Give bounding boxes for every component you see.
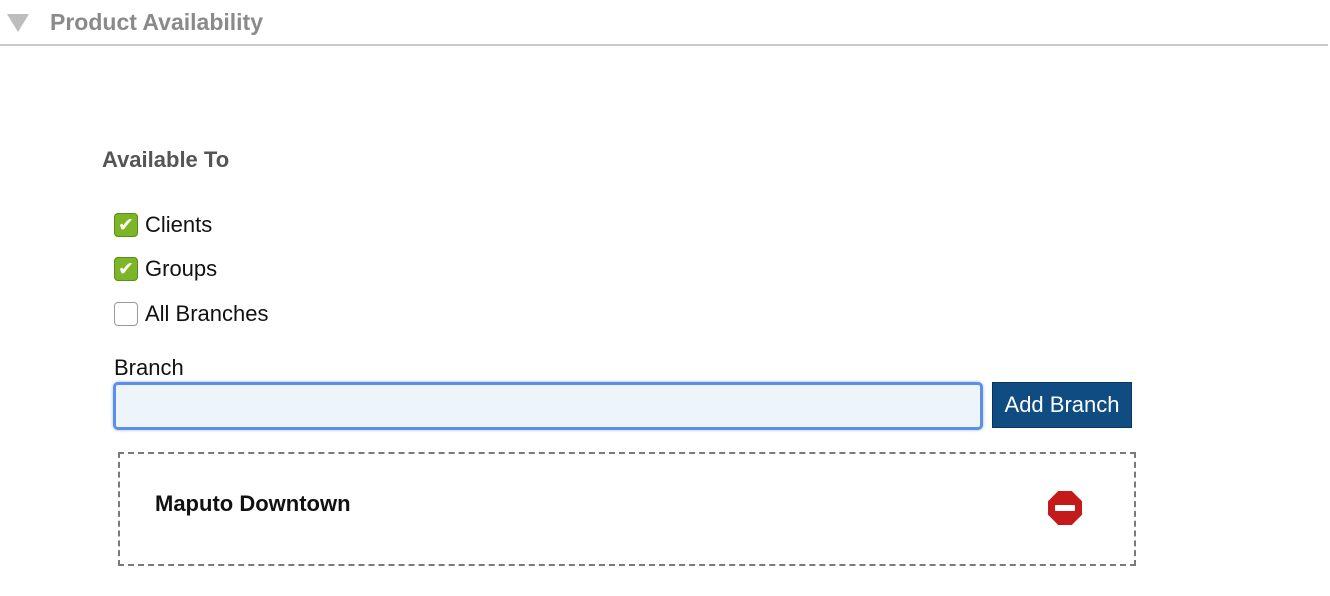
clients-option[interactable]: ✔ Clients xyxy=(114,212,212,238)
groups-label[interactable]: Groups xyxy=(145,256,217,282)
branch-label: Branch xyxy=(114,355,184,380)
selected-branches-list: Maputo Downtown xyxy=(118,452,1136,566)
section-header[interactable]: Product Availability xyxy=(0,0,1328,46)
add-branch-button[interactable]: Add Branch xyxy=(992,382,1132,428)
checkmark-icon: ✔ xyxy=(118,214,134,236)
available-to-label: Available To xyxy=(102,147,230,172)
clients-label[interactable]: Clients xyxy=(145,212,212,238)
remove-branch-icon[interactable] xyxy=(1048,491,1082,525)
branch-item-name: Maputo Downtown xyxy=(155,491,351,516)
groups-option[interactable]: ✔ Groups xyxy=(114,256,217,282)
checkmark-icon: ✔ xyxy=(118,258,134,280)
section-title: Product Availability xyxy=(50,9,264,35)
triangle-down-icon[interactable] xyxy=(7,14,29,32)
product-availability-page: Product Availability Available To ✔ Clie… xyxy=(0,0,1330,596)
all-branches-label[interactable]: All Branches xyxy=(145,301,269,327)
all-branches-checkbox[interactable] xyxy=(114,302,138,326)
all-branches-option[interactable]: All Branches xyxy=(114,301,269,327)
groups-checkbox[interactable]: ✔ xyxy=(114,257,138,281)
branch-input[interactable] xyxy=(113,382,983,430)
clients-checkbox[interactable]: ✔ xyxy=(114,213,138,237)
